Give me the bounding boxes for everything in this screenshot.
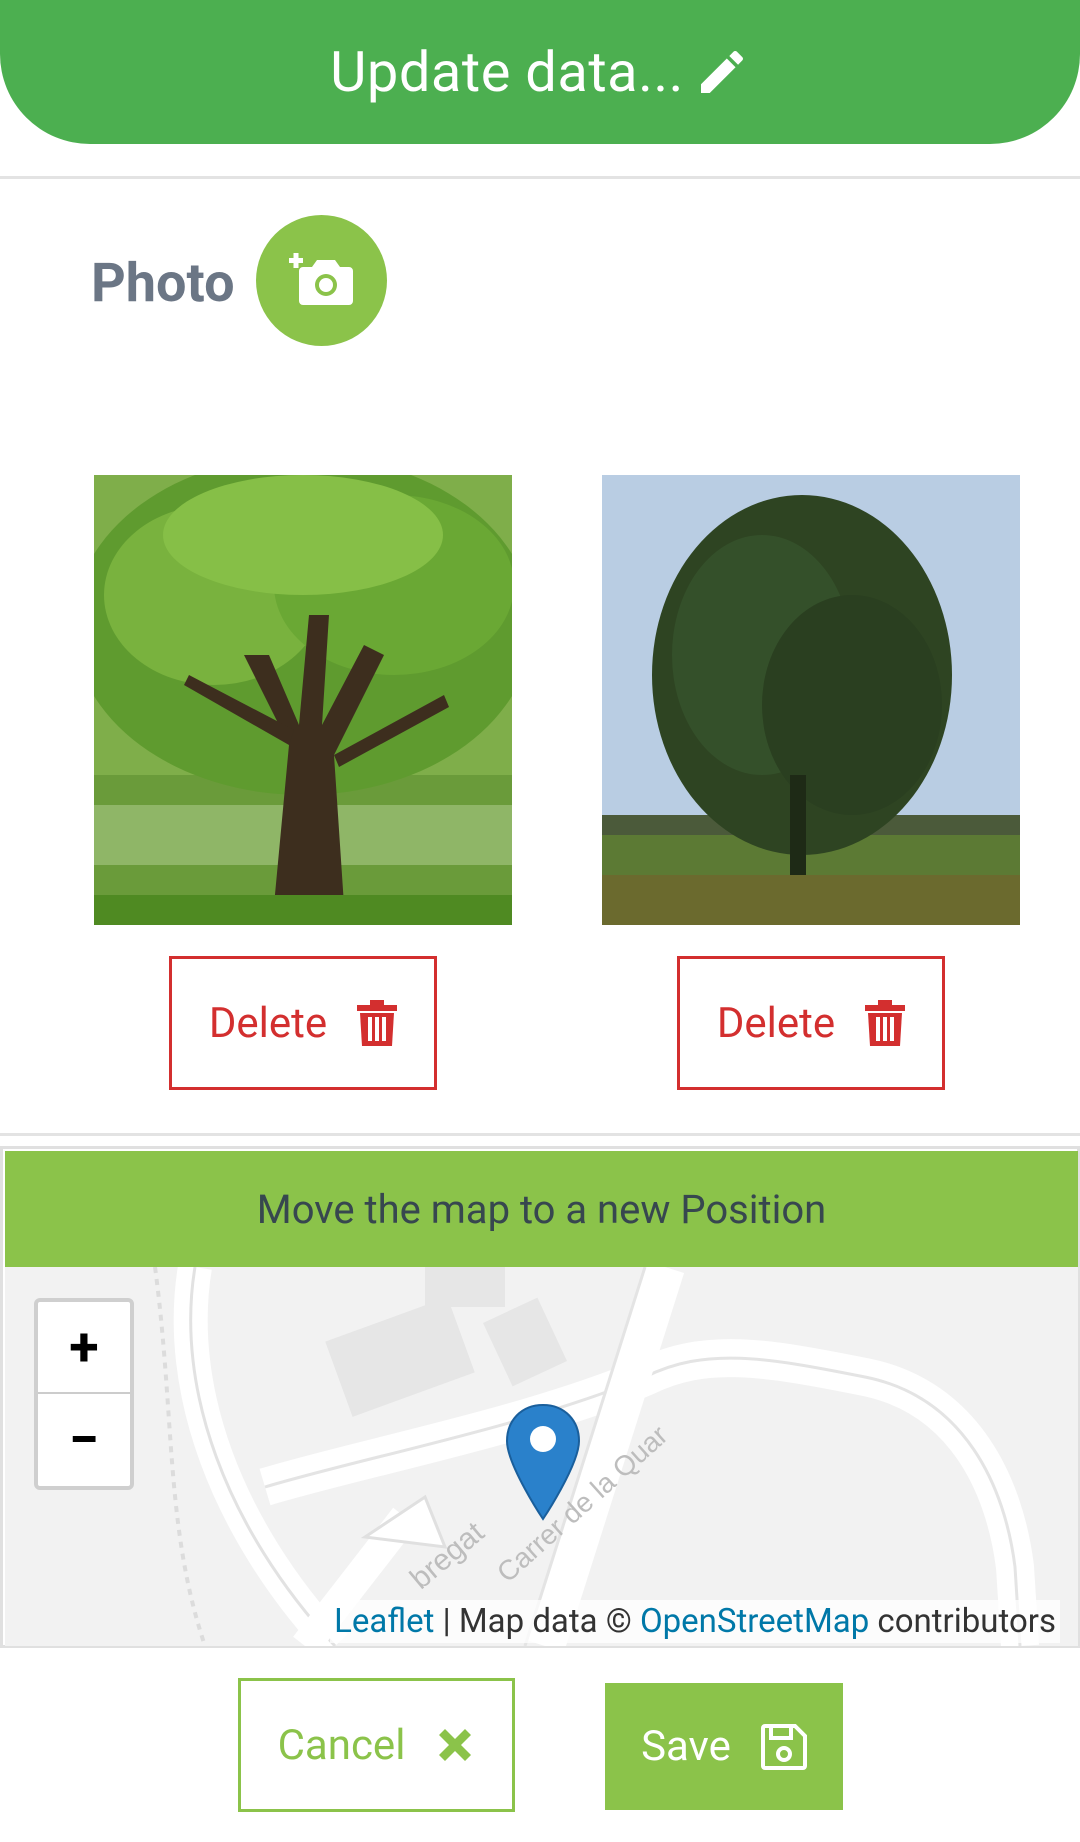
photo-label: Photo — [91, 252, 235, 315]
map-panel: Move the map to a new Position bregat Ca… — [0, 1146, 1080, 1648]
map-marker-icon[interactable] — [505, 1403, 581, 1521]
delete-photo-1-button[interactable]: Delete — [169, 956, 437, 1090]
map-instruction: Move the map to a new Position — [5, 1151, 1078, 1267]
osm-link[interactable]: OpenStreetMap — [640, 1602, 869, 1641]
delete-label: Delete — [716, 998, 836, 1048]
add-photo-button[interactable] — [256, 215, 387, 346]
cancel-label: Cancel — [277, 1720, 406, 1770]
save-button[interactable]: Save — [605, 1683, 843, 1810]
attribution-separator: | Map data © — [434, 1602, 640, 1641]
leaflet-link[interactable]: Leaflet — [334, 1602, 434, 1641]
map[interactable]: bregat Carrer de la Quar — [5, 1267, 1078, 1646]
photo-thumbnail-2 — [602, 475, 1020, 925]
close-icon — [439, 1729, 472, 1761]
delete-label: Delete — [208, 998, 328, 1048]
zoom-out-button[interactable]: − — [38, 1394, 130, 1486]
delete-photo-2-button[interactable]: Delete — [677, 956, 945, 1090]
photo-thumbnail-1 — [94, 475, 512, 925]
trash-icon — [865, 1000, 906, 1046]
cancel-button[interactable]: Cancel — [238, 1678, 515, 1812]
save-label: Save — [641, 1722, 731, 1771]
attribution-suffix: contributors — [869, 1602, 1056, 1641]
map-attribution: Leaflet | Map data © OpenStreetMap contr… — [330, 1600, 1060, 1643]
zoom-control: + − — [34, 1298, 134, 1490]
pencil-icon — [700, 50, 743, 93]
divider — [0, 1133, 1080, 1136]
camera-plus-icon — [288, 252, 353, 305]
zoom-in-button[interactable]: + — [38, 1302, 130, 1394]
trash-icon — [357, 1000, 398, 1046]
divider — [0, 176, 1080, 179]
app-header: Update data... — [0, 0, 1080, 144]
save-icon — [760, 1723, 807, 1770]
page-title: Update data... — [330, 39, 684, 105]
